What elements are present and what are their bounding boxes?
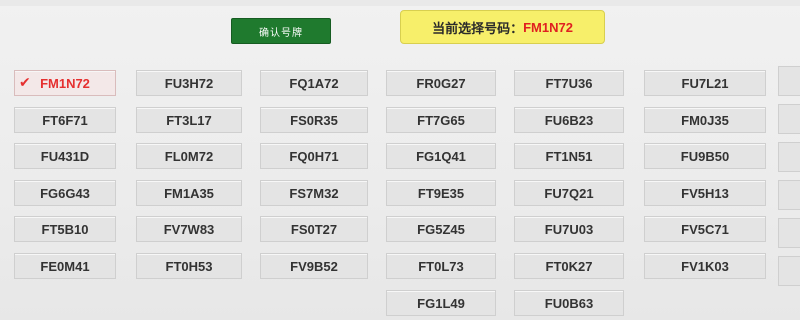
plate-option[interactable]: FT7G65 xyxy=(386,107,496,133)
plate-option[interactable]: FM1N72 ✔ xyxy=(14,70,116,96)
partial-plate[interactable] xyxy=(778,218,800,248)
plate-option[interactable]: FV5H13 xyxy=(644,180,766,206)
plate-option[interactable]: FV7W83 xyxy=(136,216,242,242)
plate-option[interactable]: FU9B50 xyxy=(644,143,766,169)
plate-option[interactable]: FT5B10 xyxy=(14,216,116,242)
plate-option[interactable]: FT9E35 xyxy=(386,180,496,206)
plate-option[interactable]: FT7U36 xyxy=(514,70,624,96)
plate-option[interactable]: FR0G27 xyxy=(386,70,496,96)
plate-option[interactable]: FU3H72 xyxy=(136,70,242,96)
plate-option[interactable]: FV5C71 xyxy=(644,216,766,242)
plate-option[interactable]: FG5Z45 xyxy=(386,216,496,242)
plate-option[interactable]: FT0H53 xyxy=(136,253,242,279)
plate-option[interactable]: FE0M41 xyxy=(14,253,116,279)
partial-plate[interactable] xyxy=(778,180,800,210)
plate-option[interactable]: FT1N51 xyxy=(514,143,624,169)
plate-option[interactable]: FQ0H71 xyxy=(260,143,368,169)
check-icon: ✔ xyxy=(19,74,31,90)
plate-option[interactable]: FU7U03 xyxy=(514,216,624,242)
plate-option[interactable]: FG1L49 xyxy=(386,290,496,316)
plate-option[interactable]: FM0J35 xyxy=(644,107,766,133)
plate-option[interactable]: FU7L21 xyxy=(644,70,766,96)
plate-option[interactable]: FT6F71 xyxy=(14,107,116,133)
partial-plate[interactable] xyxy=(778,104,800,134)
plate-option[interactable]: FG6G43 xyxy=(14,180,116,206)
plate-option[interactable]: FU6B23 xyxy=(514,107,624,133)
plate-option[interactable]: FS0R35 xyxy=(260,107,368,133)
plate-option[interactable]: FV1K03 xyxy=(644,253,766,279)
plate-option[interactable]: FT0K27 xyxy=(514,253,624,279)
plate-option[interactable]: FU0B63 xyxy=(514,290,624,316)
plate-option[interactable]: FS0T27 xyxy=(260,216,368,242)
plate-grid: FM1N72 ✔ FT6F71 FU431D FG6G43 FT5B10 FE0M41 FU3… xyxy=(0,0,800,320)
partial-plate[interactable] xyxy=(778,66,800,96)
plate-option[interactable]: FM1A35 xyxy=(136,180,242,206)
plate-selection-screen: 确认号牌 当前选择号码： FM1N72 FM1N72 ✔ FT6F71 FU431D F… xyxy=(0,0,800,320)
plate-option[interactable]: FT3L17 xyxy=(136,107,242,133)
partial-plate[interactable] xyxy=(778,256,800,286)
plate-option[interactable]: FT0L73 xyxy=(386,253,496,279)
plate-option[interactable]: FU7Q21 xyxy=(514,180,624,206)
plate-option[interactable]: FV9B52 xyxy=(260,253,368,279)
plate-option[interactable]: FQ1A72 xyxy=(260,70,368,96)
plate-option[interactable]: FL0M72 xyxy=(136,143,242,169)
plate-option[interactable]: FS7M32 xyxy=(260,180,368,206)
plate-option[interactable]: FU431D xyxy=(14,143,116,169)
plate-option[interactable]: FG1Q41 xyxy=(386,143,496,169)
partial-plate[interactable] xyxy=(778,142,800,172)
